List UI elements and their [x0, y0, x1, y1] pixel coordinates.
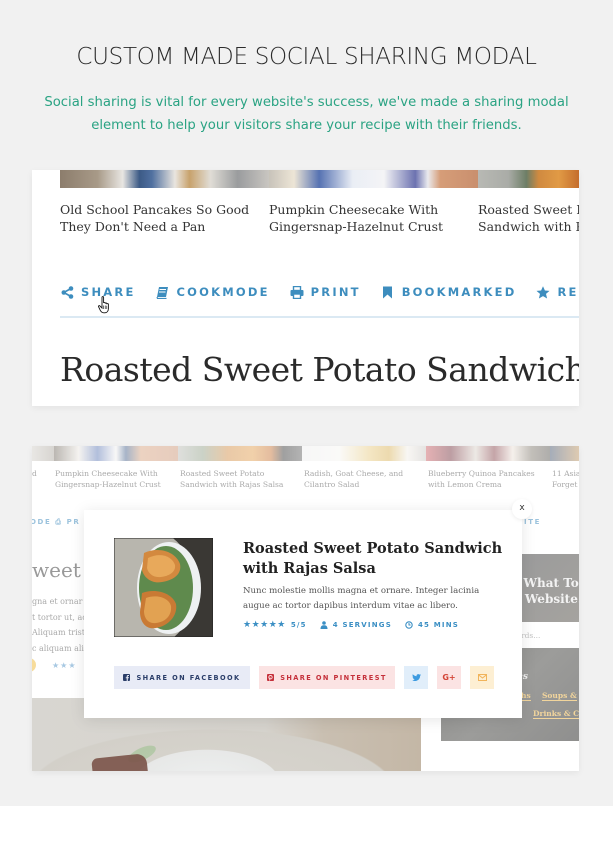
recipe-photo	[114, 538, 213, 637]
recipe-thumbnail[interactable]	[32, 446, 54, 461]
recipe-title: Roasted Sweet Potato Sandwich w	[60, 350, 579, 389]
cookmode-label: COOKMODE	[176, 285, 270, 299]
bookmark-button[interactable]: BOOKMARKED	[381, 285, 517, 299]
share-buttons: SHARE ON FACEBOOK SHARE ON PINTEREST G+	[114, 666, 494, 689]
related-recipe-card[interactable]: Pumpkin Cheesecake With Gingersnap-Hazel…	[269, 201, 443, 235]
related-recipes-image-strip	[32, 446, 579, 461]
servings: 4 SERVINGS	[320, 621, 392, 629]
recipe-thumbnail[interactable]	[550, 446, 579, 461]
user-icon	[320, 621, 328, 629]
related-recipe-title[interactable]: Sandwich with R	[478, 218, 579, 235]
share-modal: Roasted Sweet Potato Sandwich with Rajas…	[84, 510, 522, 718]
related-recipe-title[interactable]: Sandwich with Rajas Salsa	[180, 479, 283, 490]
close-modal-button[interactable]: x	[512, 499, 532, 519]
related-recipe-card[interactable]: 11 AsianForget A	[552, 468, 579, 490]
related-recipe-card[interactable]: Blueberry Quinoa Pancakes with Lemon Crem…	[428, 468, 535, 490]
share-pinterest-button[interactable]: SHARE ON PINTEREST	[259, 666, 395, 689]
share-pinterest-label: SHARE ON PINTEREST	[280, 673, 387, 682]
intro-line: Aliquam trist	[32, 628, 85, 637]
related-recipe-title[interactable]: Roasted Sweet Potato	[180, 468, 283, 479]
related-recipe-title[interactable]: 11 Asian	[552, 468, 579, 479]
related-recipe-title[interactable]: They Don't Need a Pan	[60, 218, 249, 235]
cook-time: 45 MINS	[405, 621, 459, 629]
google-plus-icon: G+	[442, 673, 456, 682]
recipe-thumbnail[interactable]	[478, 170, 579, 188]
related-recipe-title[interactable]: Gingersnap-Hazelnut Crust	[55, 479, 161, 490]
recipe-intro-faded: gna et ornar t tortor ut, ac Aliquam tri…	[32, 594, 87, 656]
related-recipe-title[interactable]: Blueberry Quinoa Pancakes	[428, 468, 535, 479]
related-recipe-title[interactable]: Old School Pancakes So Good	[60, 201, 249, 218]
related-recipe-title[interactable]: Cilantro Salad	[304, 479, 403, 490]
recipe-thumbnail[interactable]	[426, 446, 550, 461]
related-recipe-title[interactable]: d	[32, 468, 37, 479]
related-recipes-image-strip	[60, 170, 579, 188]
related-recipe-card[interactable]: Old School Pancakes So Good They Don't N…	[60, 201, 249, 235]
share-email-button[interactable]	[470, 666, 494, 689]
recipe-thumbnail[interactable]	[60, 170, 269, 188]
intro-line: t tortor ut, ac	[32, 612, 87, 622]
intro-line: c aliquam ali	[32, 643, 84, 653]
modal-recipe-description: Nunc molestie mollis magna et ornare. In…	[243, 586, 480, 611]
cook-time-label: 45 MINS	[417, 621, 460, 629]
print-button[interactable]: PRINT	[290, 285, 361, 299]
related-recipe-title[interactable]: Roasted Sweet Po	[478, 201, 579, 218]
intro-line: gna et ornar	[32, 597, 83, 606]
book-icon	[156, 285, 170, 299]
email-icon	[477, 674, 487, 681]
related-recipe-title[interactable]: with Lemon Crema	[428, 479, 535, 490]
related-recipe-card[interactable]: Roasted Sweet Potato Sandwich with Rajas …	[180, 468, 283, 490]
recipe-page-preview: Old School Pancakes So Good They Don't N…	[32, 170, 579, 406]
author-avatar	[32, 658, 36, 672]
share-google-plus-button[interactable]: G+	[437, 666, 461, 689]
cookmode-button[interactable]: COOKMODE	[156, 285, 270, 299]
related-recipe-card[interactable]: Roasted Sweet Po Sandwich with R	[478, 201, 579, 235]
related-recipe-card[interactable]: Pumpkin Cheesecake With Gingersnap-Hazeln…	[55, 468, 161, 490]
facebook-icon	[123, 674, 131, 681]
related-recipe-title[interactable]: Forget A	[552, 479, 579, 490]
promo-text: e Website.	[513, 592, 579, 606]
servings-label: 4 SERVINGS	[332, 621, 392, 629]
recipe-thumbnail[interactable]	[302, 446, 426, 461]
recipe-thumbnail[interactable]	[269, 170, 478, 188]
actions-divider	[60, 316, 579, 318]
recipe-actions-bar-faded: ITE	[524, 518, 541, 526]
related-recipe-title[interactable]: Radish, Goat Cheese, and	[304, 468, 403, 479]
print-label: PRINT	[310, 285, 361, 299]
related-recipe-card[interactable]: Radish, Goat Cheese, and Cilantro Salad	[304, 468, 403, 490]
clock-icon	[405, 621, 413, 629]
share-icon	[60, 285, 74, 299]
twitter-icon	[411, 674, 421, 681]
star-icon	[536, 285, 550, 299]
print-icon	[290, 285, 304, 299]
related-recipe-title[interactable]: Pumpkin Cheesecake With	[269, 201, 443, 218]
share-facebook-button[interactable]: SHARE ON FACEBOOK	[114, 666, 250, 689]
bookmark-icon	[381, 285, 395, 299]
related-recipe-title[interactable]: Gingersnap-Hazelnut Crust	[269, 218, 443, 235]
rating-stars-faded: ★★★	[52, 661, 77, 670]
bread-decoration	[91, 753, 148, 771]
category-link[interactable]: Drinks & Coc	[533, 709, 579, 719]
rate-recipe-label: RECIPE	[557, 285, 579, 299]
related-recipe-card[interactable]: d	[32, 468, 37, 479]
recipe-actions-bar: SHARE COOKMODE PRINT BOOKMARKED RECIPE	[60, 285, 579, 299]
share-twitter-button[interactable]	[404, 666, 428, 689]
page-subtitle: Social sharing is vital for every websit…	[44, 95, 569, 133]
rate-recipe-button[interactable]: RECIPE	[536, 285, 579, 299]
recipe-meta: ★★★★★ 5/5 4 SERVINGS 45 MINS	[243, 620, 472, 630]
share-facebook-label: SHARE ON FACEBOOK	[136, 673, 241, 682]
hand-pointer-cursor-icon	[98, 296, 109, 314]
page-title: CUSTOM MADE SOCIAL SHARING MODAL	[76, 44, 537, 70]
category-link[interactable]: Soups &	[542, 691, 577, 701]
modal-recipe-title: Roasted Sweet Potato Sandwich with Rajas…	[243, 540, 503, 577]
recipe-thumbnail[interactable]	[178, 446, 302, 461]
recipe-thumbnail[interactable]	[54, 446, 178, 461]
bookmark-label: BOOKMARKED	[401, 285, 517, 299]
pinterest-icon	[267, 674, 275, 681]
rating-value: 5/5	[290, 621, 307, 629]
related-recipe-title[interactable]: Pumpkin Cheesecake With	[55, 468, 161, 479]
rating-stars: ★★★★★	[243, 620, 286, 630]
recipe-actions-bar-faded: ODE ⎙ PR	[32, 518, 81, 526]
